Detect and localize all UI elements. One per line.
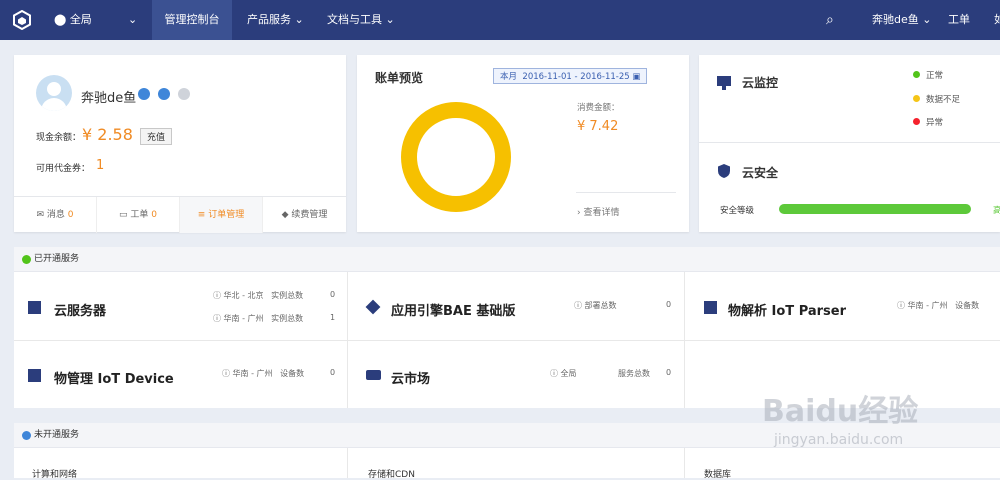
nav-docs-tools[interactable]: 文档与工具 ⌄ <box>327 0 395 40</box>
tab-renewal-management[interactable]: ◆ 续费管理 <box>263 197 346 233</box>
avatar[interactable] <box>36 75 72 111</box>
opened-services-header: 已开通服务 <box>14 247 1000 272</box>
date-range-picker[interactable]: 本月 2016-11-01 - 2016-11-25 ▣ <box>493 68 648 84</box>
service-cloud-market[interactable]: 云市场 <box>391 368 430 387</box>
view-details-link[interactable]: › 查看详情 <box>577 205 620 218</box>
bill-card: 账单预览 本月 2016-11-01 - 2016-11-25 ▣ 消费金额： … <box>357 55 689 232</box>
chevron-right-icon: › <box>577 208 581 218</box>
service-stat-metric: 服务总数 <box>618 369 650 378</box>
service-stat-row: ⓘ 部署总数 <box>574 301 617 310</box>
info-icon: ⓘ <box>897 301 905 310</box>
nav-console[interactable]: 管理控制台 <box>152 0 232 40</box>
identity-icon[interactable] <box>138 88 150 100</box>
category-database: 数据库 <box>704 470 732 480</box>
service-stat-row: ⓘ 华南 - 广州 设备数 <box>222 369 305 378</box>
info-icon: ⓘ <box>213 314 221 323</box>
region-label: 全局 <box>69 13 92 26</box>
service-stat-count[interactable]: 0 <box>666 368 671 377</box>
iot-device-icon <box>28 369 41 382</box>
phone-icon[interactable] <box>158 88 170 100</box>
divider <box>576 192 676 193</box>
service-stat-count[interactable]: 1 <box>330 313 335 322</box>
monitor-icon <box>717 76 731 86</box>
nav-products[interactable]: 产品服务 ⌄ <box>247 0 304 40</box>
baidu-watermark-url: jingyan.baidu.com <box>774 432 904 448</box>
cash-balance-value: ¥ 2.58 <box>82 125 133 144</box>
account-tabs: ✉ 消息 0 ▭ 工单 0 ≡ 订单管理 ◆ 续费管理 <box>14 196 346 233</box>
security-level-label: 安全等级 <box>720 206 755 216</box>
divider <box>699 142 1000 143</box>
shield-icon <box>718 164 730 178</box>
category-storage-cdn: 存储和CDN <box>368 470 415 480</box>
voucher-count[interactable]: 1 <box>96 158 104 173</box>
recharge-button[interactable]: 充值 <box>140 128 173 145</box>
security-level-text: 高 <box>993 206 1000 216</box>
cloud-monitor-title[interactable]: 云监控 <box>742 74 778 91</box>
unopened-services-grid: 计算和网络 存储和CDN 数据库 <box>14 448 1000 480</box>
service-stat-row: ⓘ 华北 - 北京 实例总数 <box>213 291 304 300</box>
monitor-security-card: 云监控 正常 数据不足 异常 云安全 安全等级 高 <box>699 55 1000 232</box>
location-pin-icon: ⬤ <box>54 13 67 26</box>
market-icon <box>366 370 381 380</box>
app-engine-icon <box>365 299 381 315</box>
monitor-stand <box>722 86 726 90</box>
voucher-label: 可用代金券： <box>36 164 91 174</box>
service-iot-device[interactable]: 物管理 IoT Device <box>54 368 174 387</box>
server-icon <box>28 301 41 314</box>
email-icon[interactable] <box>178 88 190 100</box>
legend-normal: 正常 <box>913 69 943 81</box>
divider <box>684 448 685 478</box>
service-stat-row: ⓘ 华南 - 广州 实例总数 <box>213 314 304 323</box>
region-selector[interactable]: ⬤ 全局 <box>54 0 92 40</box>
minus-circle-icon <box>22 431 31 440</box>
legend-insufficient: 数据不足 <box>913 93 960 105</box>
bill-title: 账单预览 <box>375 71 424 85</box>
info-icon: ⓘ <box>213 291 221 300</box>
tab-tickets[interactable]: ▭ 工单 0 <box>97 197 180 233</box>
service-stat-row: ⓘ 华南 - 广州 设备数 <box>897 301 980 310</box>
divider <box>14 340 1000 341</box>
mail-icon: ✉ <box>36 210 45 220</box>
ticket-icon: ▭ <box>118 210 128 220</box>
legend-abnormal: 异常 <box>913 116 943 128</box>
consume-value: ¥ 7.42 <box>577 119 619 134</box>
info-icon: ⓘ <box>222 369 230 378</box>
nav-ticket[interactable]: 工单 <box>948 0 970 40</box>
renewal-icon: ◆ <box>281 210 289 220</box>
check-circle-icon <box>22 255 31 264</box>
cloud-security-title[interactable]: 云安全 <box>742 164 778 181</box>
bill-donut-chart <box>401 102 511 212</box>
order-icon: ≡ <box>197 210 206 220</box>
divider <box>347 448 348 478</box>
service-stat-count[interactable]: 0 <box>666 300 671 309</box>
category-compute-network: 计算和网络 <box>32 470 78 480</box>
security-level-track <box>779 204 971 214</box>
service-stat-row: ⓘ 全局 <box>550 369 577 378</box>
user-menu[interactable]: 奔驰de鱼 ⌄ <box>872 0 931 40</box>
tab-order-management[interactable]: ≡ 订单管理 <box>180 197 263 233</box>
cloud-logo-icon[interactable] <box>12 10 32 30</box>
security-level-bar <box>779 204 971 214</box>
nav-more[interactable]: 如 <box>994 0 1000 40</box>
service-cloud-server[interactable]: 云服务器 <box>54 300 106 319</box>
service-stat-count[interactable]: 0 <box>330 290 335 299</box>
user-name: 奔驰de鱼 <box>81 91 137 106</box>
baidu-watermark: Baidu经验 <box>762 394 919 429</box>
calendar-icon: ▣ <box>632 72 641 82</box>
account-card: 奔驰de鱼 现金余额： ¥ 2.58 充值 可用代金券： 1 ✉ 消息 0 ▭ … <box>14 55 346 233</box>
service-stat-count[interactable]: 0 <box>330 368 335 377</box>
top-navbar: ⬤ 全局 ⌄ 管理控制台 产品服务 ⌄ 文档与工具 ⌄ ⌕ 奔驰de鱼 ⌄ 工单… <box>0 0 1000 40</box>
cash-balance-label: 现金余额： <box>36 133 82 143</box>
iot-parser-icon <box>704 301 717 314</box>
service-iot-parser[interactable]: 物解析 IoT Parser <box>728 300 846 319</box>
chevron-down-icon[interactable]: ⌄ <box>128 0 137 40</box>
search-icon[interactable]: ⌕ <box>826 0 834 40</box>
tab-messages[interactable]: ✉ 消息 0 <box>14 197 97 233</box>
info-icon: ⓘ <box>574 301 582 310</box>
consume-label: 消费金额： <box>577 103 620 113</box>
service-app-engine-bae[interactable]: 应用引擎BAE 基础版 <box>391 300 515 319</box>
info-icon: ⓘ <box>550 369 558 378</box>
